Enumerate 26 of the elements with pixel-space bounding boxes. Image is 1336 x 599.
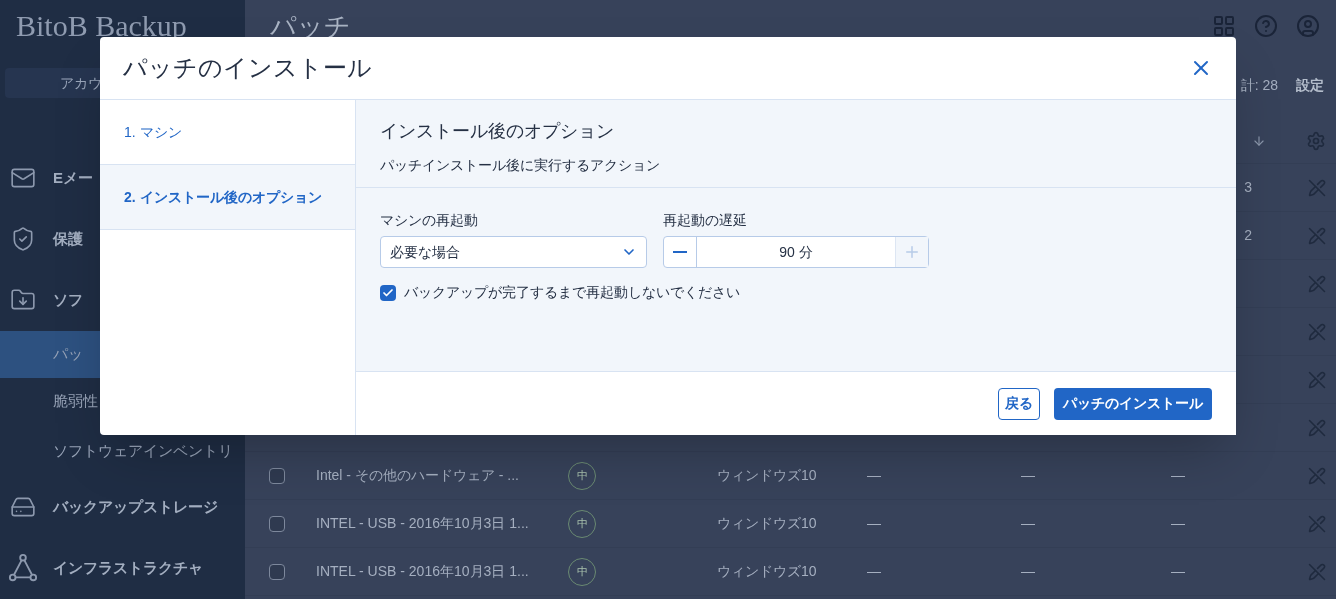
table-cell-text: — [1171, 466, 1185, 485]
table-cell-text: — [1021, 562, 1036, 581]
field-label: 再起動の遅延 [663, 211, 748, 230]
table-cell-text: — [867, 466, 882, 485]
field-label: マシンの再起動 [380, 211, 479, 230]
table-cell-text: 3 [1244, 178, 1252, 197]
dialog-title: パッチのインストール [123, 53, 372, 83]
table-cell-text: Intel - その他のハードウェア - ... [316, 466, 520, 485]
table-cell-text: INTEL - USB - 2016年10月3日 1... [316, 514, 530, 533]
table-cell-text: — [1021, 466, 1036, 485]
section-subtitle: パッチインストール後に実行するアクション [380, 156, 661, 175]
table-cell-text: — [1171, 514, 1185, 533]
table-cell-text: — [1171, 562, 1185, 581]
total-count: 計: 28 [1240, 75, 1278, 95]
table-cell-text: ウィンドウズ10 [717, 466, 818, 485]
logo: BitoB Backup [15, 8, 188, 45]
table-cell-text: INTEL - USB - 2016年10月3日 1... [316, 562, 530, 581]
table-cell-text: ウィンドウズ10 [717, 562, 818, 581]
table-cell-text: — [867, 562, 882, 581]
table-cell-text: ウィンドウズ10 [717, 514, 818, 533]
page-title: パッチ [270, 9, 351, 43]
table-cell-text: — [867, 514, 882, 533]
table-cell-text: 2 [1244, 226, 1252, 245]
checkbox-label: バックアップが完了するまで再起動しないでください [404, 283, 740, 302]
table-cell-text: — [1021, 514, 1036, 533]
section-title: インストール後のオプション [380, 120, 615, 143]
